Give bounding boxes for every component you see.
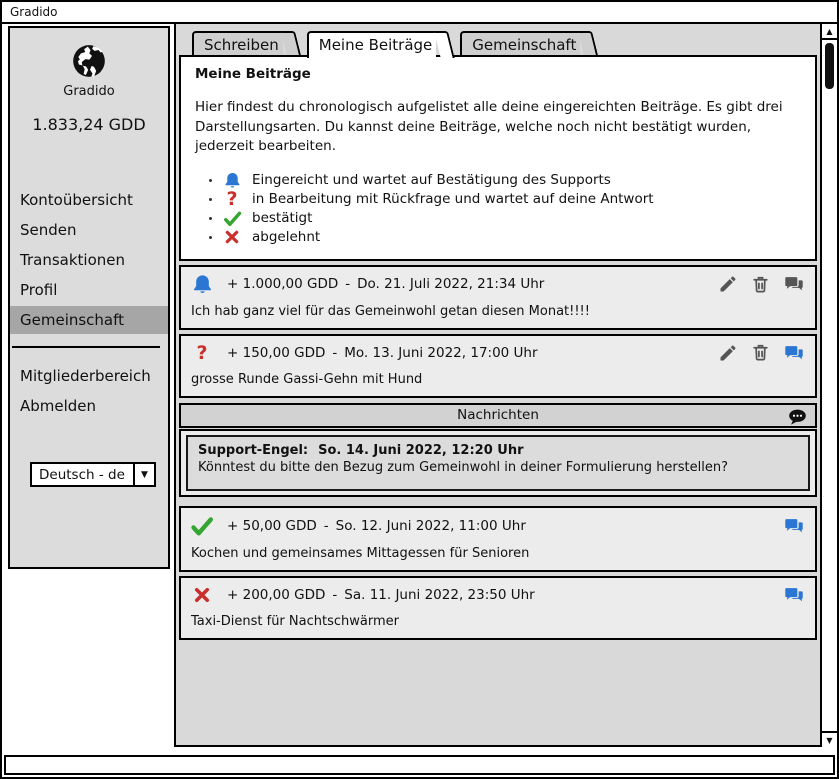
sidebar-item-senden[interactable]: Senden — [10, 216, 168, 244]
content-area: Gradido 1.833,24 GDD Kontoübersicht Send… — [2, 24, 837, 753]
contribution-row: + 200,00 GDD - Sa. 11. Juni 2022, 23:50 … — [179, 576, 817, 640]
arrow-down-icon: ▼ — [826, 736, 832, 745]
entry-description: Ich hab ganz viel für das Gemeinwohl get… — [191, 304, 805, 319]
bullet — [209, 236, 212, 239]
arrow-up-icon: ▲ — [826, 27, 832, 36]
legend-label: abgelehnt — [252, 228, 320, 247]
scroll-up-button[interactable]: ▲ — [822, 24, 837, 40]
legend-label: in Bearbeitung mit Rückfrage und wartet … — [252, 190, 654, 209]
edit-button[interactable] — [718, 274, 738, 294]
horizontal-scrollbar[interactable] — [4, 755, 835, 775]
chat-button[interactable] — [783, 273, 805, 295]
sidebar-nav: Kontoübersicht Senden Transaktionen Prof… — [10, 186, 168, 334]
bell-icon — [221, 171, 243, 190]
message-author: Support-Engel: — [198, 443, 308, 458]
sidebar-item-kontouebersicht[interactable]: Kontoübersicht — [10, 186, 168, 214]
messages-header-title: Nachrichten — [457, 407, 539, 423]
message-text: Könntest du bitte den Bezug zum Gemeinwo… — [198, 460, 798, 475]
entry-amount: + 200,00 GDD — [227, 587, 325, 603]
question-icon: ? — [221, 190, 243, 209]
main-panel: Schreiben Meine Beiträge Gemeinschaft Me… — [174, 24, 822, 747]
entry-separator: - — [345, 276, 350, 292]
tab-gemeinschaft[interactable]: Gemeinschaft — [460, 31, 580, 55]
delete-button[interactable] — [751, 275, 770, 294]
globe-icon — [10, 41, 168, 81]
speech-bubble-icon — [787, 407, 808, 432]
contribution-row: ? + 150,00 GDD - Mo. 13. Juni 2022, 17:0… — [179, 334, 817, 398]
entry-separator: - — [324, 518, 329, 534]
entry-description: Kochen und gemeinsames Mittagessen für S… — [191, 546, 805, 561]
scrollbar-thumb[interactable] — [825, 43, 834, 89]
check-icon — [189, 514, 215, 538]
legend-item: bestätigt — [209, 209, 801, 228]
entry-description: grosse Runde Gassi-Gehn mit Hund — [191, 372, 805, 387]
language-select-value: Deutsch - de — [32, 464, 133, 485]
sidebar-item-abmelden[interactable]: Abmelden — [10, 392, 168, 420]
language-select[interactable]: Deutsch - de ▼ — [30, 462, 156, 487]
app-window: Gradido Gradido 1.833,24 GDD Kontoübersi… — [0, 0, 839, 779]
cross-icon — [189, 586, 215, 604]
legend-item: ? in Bearbeitung mit Rückfrage und warte… — [209, 190, 801, 209]
message-date: So. 14. Juni 2022, 12:20 Uhr — [318, 443, 523, 458]
contribution-row: + 50,00 GDD - So. 12. Juni 2022, 11:00 U… — [179, 506, 817, 572]
legend-item: Eingereicht und wartet auf Bestätigung d… — [209, 171, 801, 190]
status-legend: Eingereicht und wartet auf Bestätigung d… — [195, 171, 801, 247]
balance-amount: 1.833,24 GDD — [10, 115, 168, 134]
entry-separator: - — [332, 345, 337, 361]
window-titlebar: Gradido — [2, 2, 837, 24]
entry-separator: - — [332, 587, 337, 603]
entry-date: So. 12. Juni 2022, 11:00 Uhr — [336, 518, 526, 534]
sidebar: Gradido 1.833,24 GDD Kontoübersicht Send… — [8, 26, 170, 569]
entry-amount: + 1.000,00 GDD — [227, 276, 338, 292]
intro-description: Hier findest du chronologisch aufgeliste… — [195, 98, 795, 157]
entry-date: Mo. 13. Juni 2022, 17:00 Uhr — [344, 345, 537, 361]
chat-button[interactable] — [783, 515, 805, 537]
chat-button[interactable] — [783, 342, 805, 364]
sidebar-item-transaktionen[interactable]: Transaktionen — [10, 246, 168, 274]
message-card: Support-Engel: So. 14. Juni 2022, 12:20 … — [186, 435, 810, 491]
entry-description: Taxi-Dienst für Nachtschwärmer — [191, 614, 805, 629]
page-title: Meine Beiträge — [195, 66, 801, 82]
app-logo-label: Gradido — [10, 84, 168, 99]
tab-bar: Schreiben Meine Beiträge Gemeinschaft — [192, 31, 820, 55]
delete-button[interactable] — [751, 343, 770, 362]
scroll-down-button[interactable]: ▼ — [822, 731, 837, 747]
entry-date: Sa. 11. Juni 2022, 23:50 Uhr — [344, 587, 534, 603]
bullet — [209, 217, 212, 220]
bullet — [209, 198, 212, 201]
entry-date: Do. 21. Juli 2022, 21:34 Uhr — [357, 276, 544, 292]
check-icon — [221, 209, 243, 228]
sidebar-item-gemeinschaft[interactable]: Gemeinschaft — [10, 306, 168, 334]
legend-label: bestätigt — [252, 209, 312, 228]
chevron-down-icon: ▼ — [133, 464, 154, 485]
window-title: Gradido — [10, 5, 58, 19]
messages-panel: Support-Engel: So. 14. Juni 2022, 12:20 … — [179, 429, 817, 497]
legend-item: abgelehnt — [209, 228, 801, 247]
sidebar-item-mitgliederbereich[interactable]: Mitgliederbereich — [10, 362, 168, 390]
tab-schreiben[interactable]: Schreiben — [192, 31, 283, 55]
sidebar-divider — [12, 346, 160, 348]
edit-button[interactable] — [718, 343, 738, 363]
logo-area: Gradido — [10, 28, 168, 99]
tab-meine-beitraege[interactable]: Meine Beiträge — [307, 31, 437, 58]
bullet — [209, 179, 212, 182]
messages-header[interactable]: Nachrichten — [179, 403, 817, 428]
chat-button[interactable] — [783, 584, 805, 606]
entry-amount: + 150,00 GDD — [227, 345, 325, 361]
vertical-scrollbar: ▲ ▼ — [822, 24, 837, 747]
bell-icon — [189, 273, 215, 296]
intro-box: Meine Beiträge Hier findest du chronolog… — [179, 55, 817, 261]
question-icon: ? — [189, 342, 215, 364]
legend-label: Eingereicht und wartet auf Bestätigung d… — [252, 171, 611, 190]
contribution-row: + 1.000,00 GDD - Do. 21. Juli 2022, 21:3… — [179, 265, 817, 330]
cross-icon — [221, 229, 243, 245]
sidebar-item-profil[interactable]: Profil — [10, 276, 168, 304]
entry-amount: + 50,00 GDD — [227, 518, 317, 534]
